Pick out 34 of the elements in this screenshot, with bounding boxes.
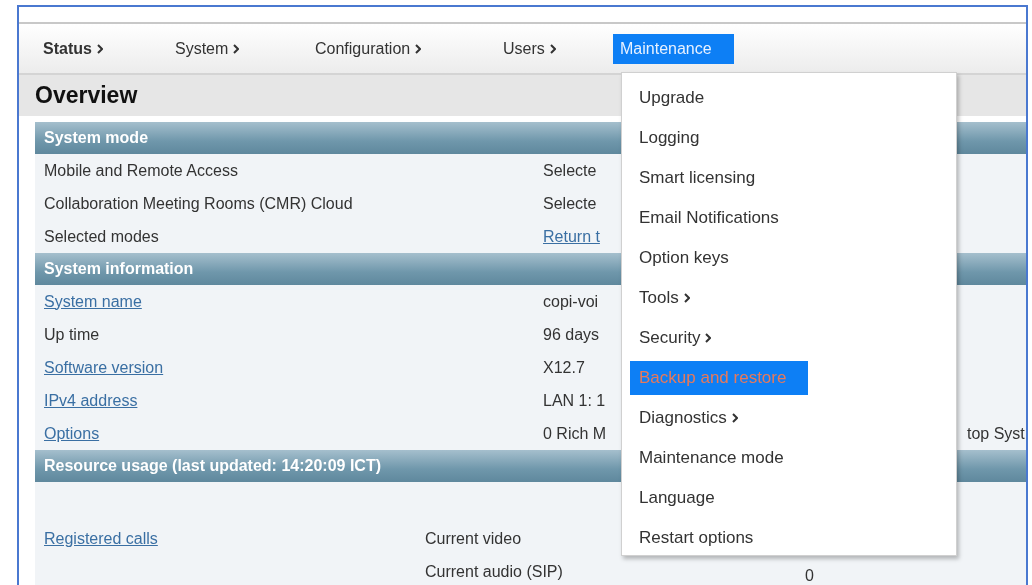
field-value: 0 Rich M [543,424,607,442]
nav-item[interactable]: Configuration [315,33,422,64]
field-value-link[interactable]: Return t [543,227,600,245]
field-label-link[interactable]: IPv4 address [44,391,138,409]
field-value: Selecte [543,161,597,179]
menu-item[interactable]: Upgrade [630,81,714,115]
field-value: 96 days [543,325,600,343]
menu-item[interactable]: Smart licensing [630,161,765,195]
menu-item[interactable]: Logging [630,121,709,155]
field-value: top Syst [967,424,1025,442]
nav-item[interactable]: Status [43,33,103,64]
field-label: Mobile and Remote Access [44,161,238,179]
menu-item[interactable]: Language [630,481,724,515]
menu-item[interactable]: Diagnostics [630,401,747,435]
field-label-link[interactable]: System name [44,292,142,310]
menu-item[interactable]: Restart options [630,521,763,555]
field-value: copi-voi [543,292,599,310]
field-label-link[interactable]: Options [44,424,100,442]
metric-label: Current audio (SIP) [425,562,563,580]
nav-item[interactable]: Users [503,33,556,64]
field-label: Collaboration Meeting Rooms (CMR) Cloud [44,194,353,212]
menu-item[interactable]: Email Notifications [630,201,788,235]
menu-item[interactable]: Security [630,321,721,355]
field-value: LAN 1: 1 [543,391,606,409]
field-value: Selecte [543,194,597,212]
metric-label: Current video [425,529,522,547]
field-label: Selected modes [44,227,159,245]
field-value: X12.7 [543,358,585,376]
page-title: Overview [35,82,138,109]
nav-item[interactable]: System [175,33,240,64]
field-label-link[interactable]: Software version [44,358,164,376]
metric-value: 0 [805,566,814,584]
registered-calls-link[interactable]: Registered calls [44,529,158,547]
field-label: Up time [44,325,100,343]
